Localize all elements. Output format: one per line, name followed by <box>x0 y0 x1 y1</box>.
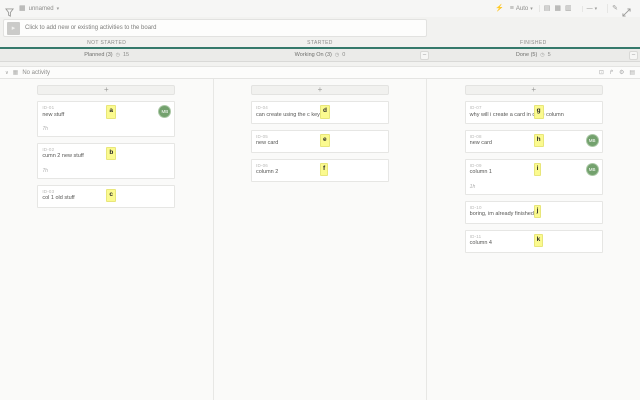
collapse-column-button[interactable]: – <box>420 51 429 60</box>
chevron-down-icon: ▾ <box>594 5 598 12</box>
column-working-on: + ID-04 can create using the c key d ID-… <box>213 79 428 400</box>
link-hint[interactable]: d <box>320 105 330 119</box>
add-card-button[interactable]: + <box>251 85 389 95</box>
clock-icon: ◷ <box>115 52 120 58</box>
fullscreen-icon[interactable] <box>622 4 631 17</box>
lane-arrow-icon[interactable]: ↱ <box>609 69 614 76</box>
column-label: Planned (3) <box>84 52 113 58</box>
board-switcher[interactable]: ▦ unnamed ▾ <box>19 5 59 12</box>
group-header-not-started: NOT STARTED <box>87 40 127 46</box>
add-activities-text: Click to add new or existing activities … <box>25 25 157 31</box>
card-estimate: 1h <box>469 183 476 190</box>
card-column-4[interactable]: ID-11 column 4 k <box>464 229 603 253</box>
link-hint[interactable]: e <box>320 133 330 148</box>
view-columns-icon[interactable]: ▥ <box>565 5 572 12</box>
card-new-stuff[interactable]: ID-01 new stuff a MB 7h <box>37 101 176 137</box>
lane-board-icon[interactable]: ⊡ <box>599 69 604 76</box>
column-group-header-row: NOT STARTED STARTED FINISHED <box>0 40 640 47</box>
card-why-create-in-done[interactable]: ID-07 why will i create a card in done c… <box>464 101 603 124</box>
add-card-button[interactable]: + <box>464 85 603 95</box>
sort-auto-dropdown[interactable]: ≡ Auto ▾ <box>510 5 533 12</box>
column-done: + ID-07 why will i create a card in done… <box>427 79 640 400</box>
card-col-1-old-stuff[interactable]: ID-03 col 1 old stuff c <box>37 184 176 208</box>
link-hint[interactable]: a <box>106 105 116 119</box>
chevron-down-icon: ▾ <box>56 5 60 12</box>
link-hint[interactable]: b <box>106 146 117 161</box>
clock-icon: ◷ <box>334 52 340 58</box>
card-column-2[interactable]: ID-06 column 2 f <box>251 158 389 182</box>
add-activities-banner[interactable]: ▸ Click to add new or existing activitie… <box>3 19 427 37</box>
column-estimate: 5 <box>547 52 551 58</box>
column-header-working-on[interactable]: Working On (3) ◷ 0 <box>213 49 426 61</box>
link-hint[interactable]: c <box>106 188 116 203</box>
card-estimate: 7h <box>42 167 48 174</box>
column-planned: + ID-01 new stuff a MB 7h ID-02 cumn 2 n… <box>0 79 214 400</box>
sort-auto-label: Auto <box>515 5 529 12</box>
swimlane-header[interactable]: ∨ ▦ No activity ⊡ ↱ ⚙ ▤ <box>0 66 640 79</box>
media-thumbnail-icon: ▸ <box>7 21 20 35</box>
column-estimate: 15 <box>123 52 130 58</box>
filter-funnel-icon[interactable] <box>5 4 14 17</box>
card-new-card[interactable]: ID-05 new card e <box>251 129 389 153</box>
card-estimate: 7h <box>42 125 48 132</box>
avatar[interactable]: MB <box>586 134 598 146</box>
zoom-value: — <box>586 5 593 12</box>
swimlane-label: No activity <box>22 69 51 76</box>
avatar[interactable]: MB <box>586 163 598 175</box>
activity-icon: ▦ <box>12 70 19 76</box>
board-name: unnamed <box>28 5 54 12</box>
board-icon: ▦ <box>19 5 26 12</box>
gear-icon[interactable]: ⚙ <box>619 69 624 76</box>
lane-menu-icon[interactable]: ▤ <box>629 69 635 76</box>
group-header-started: STARTED <box>307 40 333 46</box>
link-hint[interactable]: g <box>533 105 544 119</box>
column-header-done[interactable]: Done (5) ◷ 5 <box>427 49 640 61</box>
column-estimate: 0 <box>342 52 346 58</box>
zoom-dropdown[interactable]: — ▾ <box>587 6 598 12</box>
group-header-finished: FINISHED <box>520 40 547 46</box>
column-header-row: Planned (3) ◷ 15 Working On (3) ◷ 0 Done… <box>0 49 640 62</box>
flash-icon[interactable]: ⚡ <box>495 5 504 12</box>
link-hint[interactable]: f <box>320 162 329 177</box>
collapse-column-button[interactable]: – <box>629 51 638 60</box>
card-cumn-2-new-stuff[interactable]: ID-02 cumn 2 new stuff b 7h <box>37 142 176 179</box>
link-hint[interactable]: k <box>533 233 544 248</box>
edit-brush-icon[interactable]: ✎ <box>612 5 618 12</box>
top-toolbar: ▦ unnamed ▾ ⚡ ≡ Auto ▾ ▤ ▦ ▥ — ▾ ✎ <box>0 0 640 17</box>
column-label: Working On (3) <box>294 52 332 58</box>
kanban-board: + ID-01 new stuff a MB 7h ID-02 cumn 2 n… <box>0 79 640 400</box>
add-card-button[interactable]: + <box>37 85 176 95</box>
card-boring-already-finished[interactable]: ID-10 boring, im already finished j <box>464 200 603 224</box>
column-label: Done (5) <box>515 52 538 58</box>
clock-icon: ◷ <box>540 52 545 58</box>
card-column-1[interactable]: ID-09 column 1 i MB 1h <box>464 158 603 195</box>
view-rows-icon[interactable]: ▤ <box>544 5 551 12</box>
link-hint[interactable]: i <box>533 162 542 177</box>
list-icon: ≡ <box>509 5 514 12</box>
view-grid-icon[interactable]: ▦ <box>554 5 561 12</box>
card-new-card[interactable]: ID-08 new card h MB <box>464 129 603 153</box>
card-can-create-using-c-key[interactable]: ID-04 can create using the c key d <box>251 101 389 124</box>
link-hint[interactable]: j <box>533 204 542 219</box>
link-hint[interactable]: h <box>533 133 544 148</box>
banner-row: ▸ Click to add new or existing activitie… <box>0 17 640 40</box>
column-header-planned[interactable]: Planned (3) ◷ 15 <box>0 49 213 61</box>
chevron-down-icon: ▾ <box>530 5 533 12</box>
chevron-down-icon[interactable]: ∨ <box>5 70 9 76</box>
